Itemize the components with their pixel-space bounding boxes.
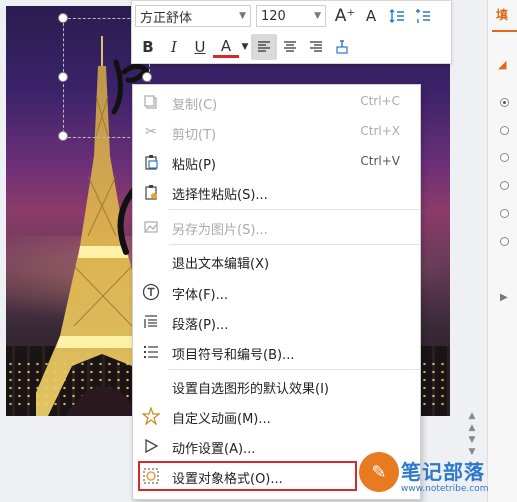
format-painter-button[interactable] — [329, 34, 355, 60]
chevron-down-icon: ▼ — [314, 11, 321, 21]
chevron-down-icon: ▼ — [239, 11, 246, 21]
paragraph-spacing-icon — [416, 9, 430, 23]
fill-radio-5[interactable] — [500, 209, 509, 218]
menu-item-exit-text-edit[interactable]: 退出文本编辑(X) — [133, 246, 420, 276]
menu-item-label: 选择性粘贴(S)... — [172, 188, 268, 203]
menu-item-label: 退出文本编辑(X) — [172, 257, 270, 272]
align-right-icon — [310, 41, 322, 52]
menu-item-label: 项目符号和编号(B)... — [172, 348, 295, 363]
menu-item-paste-special[interactable]: 选择性粘贴(S)... — [133, 177, 420, 207]
menu-item-font[interactable]: 字体(F)... — [133, 277, 420, 307]
menu-item-custom-animation[interactable]: 自定义动画(M)... — [133, 401, 420, 431]
save-image-icon — [141, 218, 161, 236]
menu-item-label: 自定义动画(M)... — [172, 412, 271, 427]
menu-item-label: 设置对象格式(O)... — [172, 472, 283, 487]
menu-item-format-object[interactable]: 设置对象格式(O)... — [138, 461, 357, 491]
line-spacing-icon — [389, 9, 404, 23]
line-spacing-button[interactable] — [384, 3, 410, 29]
pen-icon: ✎ — [359, 452, 399, 492]
fill-radio-4[interactable] — [500, 181, 509, 190]
tab-active-indicator — [492, 30, 517, 32]
font-name-combo[interactable]: 方正舒体 ▼ — [135, 5, 251, 27]
menu-item-default-shape-effect[interactable]: 设置自选图形的默认效果(I) — [133, 371, 420, 401]
toolbar-row-style: B I U A ▼ — [132, 32, 355, 62]
paste-icon — [141, 153, 161, 171]
collapsed-section-arrow-icon[interactable]: ▶ — [500, 292, 508, 303]
tab-fill[interactable]: 填 — [496, 6, 517, 23]
paragraph-icon — [141, 313, 161, 331]
floating-format-toolbar: 方正舒体 ▼ 120 ▼ A⁺ A B I U A ▼ — [131, 0, 452, 64]
menu-item-label: 剪切(T) — [172, 128, 217, 143]
scissors-icon: ✂ — [145, 124, 157, 140]
menu-separator — [169, 244, 420, 245]
toolbar-row-font: 方正舒体 ▼ 120 ▼ A⁺ A — [132, 1, 436, 31]
paragraph-spacing-button[interactable] — [410, 3, 436, 29]
underline-button[interactable]: U — [187, 34, 213, 60]
paste-special-icon — [141, 183, 161, 201]
font-size-combo[interactable]: 120 ▼ — [256, 5, 326, 27]
menu-item-label: 粘贴(P) — [172, 158, 216, 173]
property-pane: 填 ◢ ▶ — [487, 0, 517, 502]
resize-handle-right[interactable] — [142, 72, 152, 82]
align-center-button[interactable] — [277, 34, 303, 60]
menu-item-label: 设置自选图形的默认效果(I) — [172, 382, 329, 397]
menu-item-copy[interactable]: 复制(C) Ctrl+C — [133, 87, 420, 117]
menu-separator — [169, 209, 420, 210]
align-center-icon — [284, 41, 296, 52]
menu-item-label: 另存为图片(S)... — [172, 223, 268, 238]
resize-handle-left[interactable] — [58, 72, 68, 82]
bullets-icon — [141, 343, 161, 361]
menu-item-shortcut: Ctrl+X — [360, 124, 400, 138]
format-object-icon — [141, 467, 161, 485]
menu-item-label: 字体(F)... — [172, 288, 229, 303]
menu-item-shortcut: Ctrl+V — [360, 154, 400, 168]
italic-button[interactable]: I — [161, 34, 187, 60]
fill-radio-2[interactable] — [500, 126, 509, 135]
font-color-button[interactable]: A — [213, 36, 239, 58]
grow-font-button[interactable]: A⁺ — [332, 3, 358, 29]
menu-item-shortcut: Ctrl+C — [360, 94, 400, 108]
menu-separator — [169, 369, 420, 370]
menu-item-paste[interactable]: 粘贴(P) Ctrl+V — [133, 147, 420, 177]
star-animation-icon — [141, 407, 161, 425]
menu-item-save-as-image[interactable]: 另存为图片(S)... — [133, 212, 420, 242]
watermark-url: www.notetribe.com — [401, 484, 489, 494]
menu-item-bullets-numbering[interactable]: 项目符号和编号(B)... — [133, 337, 420, 367]
align-left-button[interactable] — [251, 34, 277, 60]
menu-item-label: 复制(C) — [172, 98, 218, 113]
bold-button[interactable]: B — [135, 34, 161, 60]
menu-item-cut[interactable]: ✂ 剪切(T) Ctrl+X — [133, 117, 420, 147]
format-painter-icon — [336, 40, 348, 54]
watermark-logo: ✎ 笔记部落 www.notetribe.com — [357, 452, 517, 502]
menu-item-label: 动作设置(A)... — [172, 442, 256, 457]
section-expand-icon[interactable]: ◢ — [498, 58, 506, 71]
resize-handle-top-left[interactable] — [58, 13, 68, 23]
watermark-title: 笔记部落 — [401, 460, 485, 484]
menu-item-paragraph[interactable]: 段落(P)... — [133, 307, 420, 337]
shrink-font-button[interactable]: A — [358, 3, 384, 29]
play-icon — [141, 437, 161, 455]
align-right-button[interactable] — [303, 34, 329, 60]
resize-handle-bottom-left[interactable] — [58, 131, 68, 141]
chevron-down-icon[interactable]: ▼ — [239, 34, 251, 60]
align-left-icon — [258, 41, 270, 52]
copy-icon — [141, 93, 161, 111]
font-icon — [141, 283, 161, 301]
fill-radio-1[interactable] — [500, 98, 509, 107]
font-name-value: 方正舒体 — [140, 10, 193, 26]
font-size-value: 120 — [261, 8, 286, 24]
fill-radio-6[interactable] — [500, 237, 509, 246]
fill-radio-3[interactable] — [500, 153, 509, 162]
context-menu: 复制(C) Ctrl+C ✂ 剪切(T) Ctrl+X 粘贴(P) Ctrl+V… — [132, 84, 421, 500]
menu-item-label: 段落(P)... — [172, 318, 229, 333]
